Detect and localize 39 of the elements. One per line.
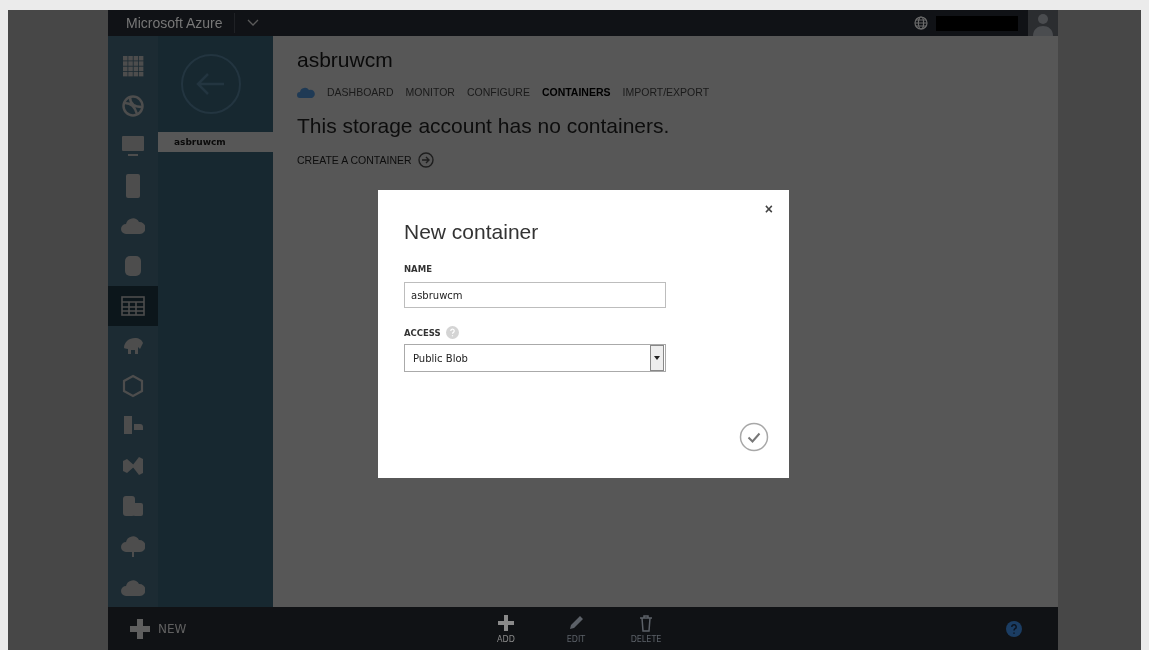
empty-message: This storage account has no containers. [297, 114, 671, 138]
access-dropdown[interactable]: Public Blob [404, 344, 666, 372]
globe-icon [121, 94, 145, 118]
plus-icon [130, 618, 150, 639]
help-icon[interactable] [1006, 620, 1022, 637]
command-button[interactable]: ADD [490, 613, 522, 644]
pencil-icon [567, 613, 585, 632]
field-label: ACCESS [404, 327, 441, 338]
create-container-link[interactable]: CREATE A CONTAINER [297, 154, 412, 166]
nav-tab[interactable]: CONFIGURE [466, 86, 530, 98]
caret-icon [654, 356, 660, 360]
nav-tab[interactable]: CONTAINERS [541, 86, 611, 98]
avatar-icon[interactable] [1028, 10, 1058, 36]
page-title: asbruwcm [297, 48, 394, 72]
new-button[interactable]: NEW [130, 618, 490, 639]
grid-icon [121, 54, 145, 78]
chevron-down-icon[interactable] [247, 19, 260, 27]
nav-tab[interactable]: MONITOR [405, 86, 455, 98]
nav-tab[interactable]: IMPORT/EXPORT [622, 86, 710, 98]
cloud-icon [121, 534, 145, 558]
close-button[interactable]: × [760, 199, 777, 219]
trash-icon [637, 613, 655, 632]
nav-item[interactable]: asbruwcm [158, 132, 273, 152]
service-item[interactable] [108, 286, 158, 326]
table-icon [121, 294, 145, 318]
field-label: NAME [404, 264, 433, 274]
help-icon[interactable] [445, 326, 459, 339]
globe-icon[interactable] [914, 16, 928, 30]
arrow-circle-icon[interactable] [417, 152, 434, 168]
nav-tab[interactable]: DASHBOARD [327, 86, 394, 98]
bowtie-icon [121, 454, 145, 478]
cloud-icon [297, 86, 315, 98]
app-title: Microsoft Azure [126, 15, 223, 31]
checkmark-button[interactable] [739, 422, 769, 452]
dialog-title: New container [404, 220, 540, 244]
hexagon-icon [121, 374, 145, 398]
monitor-icon [121, 134, 145, 158]
plus-icon [497, 613, 515, 632]
name-field[interactable]: asbruwcm [404, 282, 666, 308]
